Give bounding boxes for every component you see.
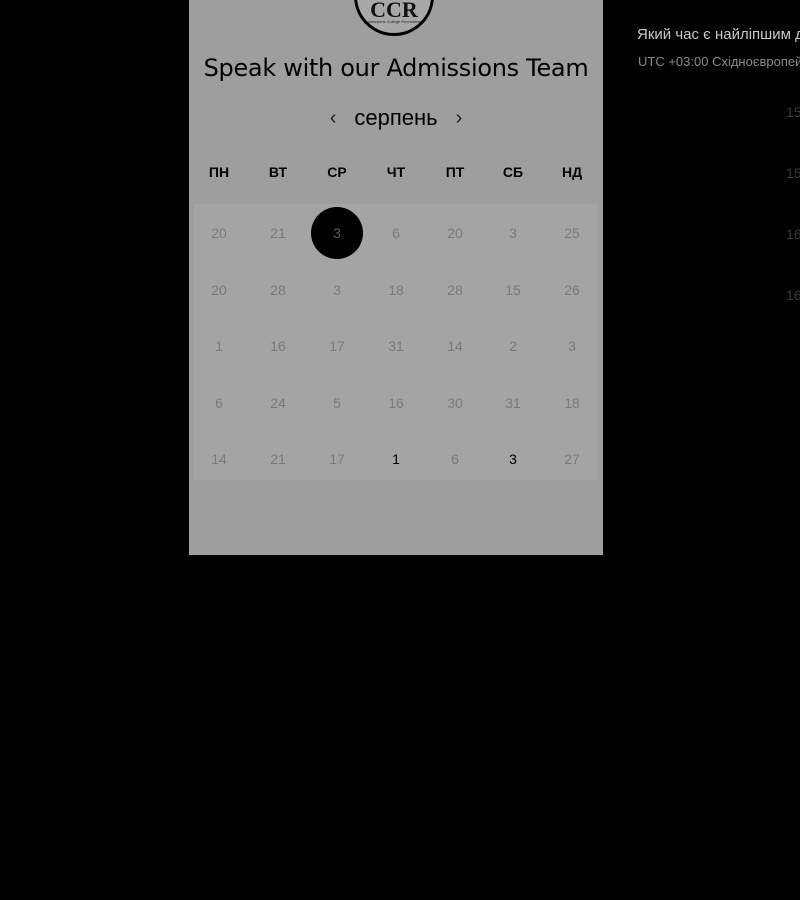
weekday-label: ЧТ — [386, 164, 406, 180]
month-navigation: ‹ серпень › — [189, 104, 603, 132]
calendar-day[interactable]: 28 — [433, 278, 477, 302]
calendar-day[interactable]: 14 — [433, 334, 477, 358]
weekday-label: НД — [561, 164, 583, 180]
calendar-day[interactable]: 6 — [197, 391, 241, 415]
calendar-day[interactable]: 17 — [315, 447, 359, 471]
month-label: серпень — [354, 105, 438, 130]
calendar-day[interactable]: 5 — [315, 391, 359, 415]
calendar-day[interactable]: 16 — [256, 334, 300, 358]
calendar-day[interactable]: 3 — [311, 207, 363, 259]
time-slot-button[interactable]: 15 — [786, 104, 800, 120]
calendar-panel: CCR Admissions College Recruitment Speak… — [189, 0, 603, 555]
calendar-day[interactable]: 21 — [256, 447, 300, 471]
chevron-left-icon[interactable]: ‹ — [326, 108, 341, 128]
calendar-day[interactable]: 18 — [374, 278, 418, 302]
calendar-day[interactable]: 18 — [550, 391, 594, 415]
calendar-day[interactable]: 21 — [256, 221, 300, 245]
calendar-day[interactable]: 27 — [550, 447, 594, 471]
calendar-day[interactable]: 17 — [315, 334, 359, 358]
page: CCR Admissions College Recruitment Speak… — [0, 0, 800, 900]
calendar-day[interactable]: 25 — [550, 221, 594, 245]
schedule-question: Який час є найліпшим для вас? — [637, 26, 800, 43]
weekday-label: ПТ — [445, 164, 465, 180]
chevron-right-icon[interactable]: › — [452, 108, 467, 128]
calendar-day[interactable]: 1 — [374, 447, 418, 471]
calendar-day[interactable]: 3 — [550, 334, 594, 358]
time-slot-button[interactable]: 16 — [786, 287, 800, 303]
time-slot-button[interactable]: 16 — [786, 226, 800, 242]
calendar-day[interactable]: 30 — [433, 391, 477, 415]
calendar-day[interactable]: 15 — [491, 278, 535, 302]
calendar-day[interactable]: 28 — [256, 278, 300, 302]
calendar-day[interactable]: 6 — [374, 221, 418, 245]
calendar-day[interactable]: 20 — [433, 221, 477, 245]
calendar-day[interactable]: 20 — [197, 221, 241, 245]
calendar-day[interactable]: 3 — [315, 278, 359, 302]
calendar-day[interactable]: 24 — [256, 391, 300, 415]
weekday-label: ВТ — [268, 164, 288, 180]
time-slot-button[interactable]: 15 — [786, 165, 800, 181]
calendar-day[interactable]: 3 — [491, 447, 535, 471]
calendar-day[interactable]: 1 — [197, 334, 241, 358]
calendar-day[interactable]: 26 — [550, 278, 594, 302]
calendar-day[interactable]: 6 — [433, 447, 477, 471]
calendar-day[interactable]: 2 — [491, 334, 535, 358]
logo-subtext: Admissions College Recruitment — [365, 19, 423, 24]
weekday-label: СР — [327, 164, 347, 180]
logo-text: CCR — [370, 0, 418, 22]
calendar-day[interactable]: 31 — [491, 391, 535, 415]
calendar-day[interactable]: 16 — [374, 391, 418, 415]
logo: CCR Admissions College Recruitment — [354, 0, 434, 36]
calendar-day[interactable]: 31 — [374, 334, 418, 358]
page-title: Speak with our Admissions Team — [203, 54, 589, 82]
calendar-day[interactable]: 20 — [197, 278, 241, 302]
timezone-label: UTC +03:00 Східноєвропейський час — [638, 54, 800, 69]
weekday-label: СБ — [502, 164, 524, 180]
weekday-header: ПН ВТ СР ЧТ ПТ СБ НД — [189, 164, 603, 186]
calendar-day[interactable]: 3 — [491, 221, 535, 245]
calendar-day[interactable]: 14 — [197, 447, 241, 471]
weekday-label: ПН — [208, 164, 230, 180]
